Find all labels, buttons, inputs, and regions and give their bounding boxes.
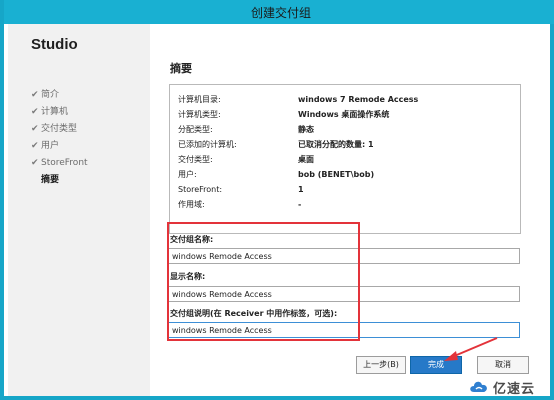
step-delivery-type[interactable]: ✔ 交付类型: [31, 121, 88, 138]
summary-value: 桌面: [298, 155, 314, 164]
summary-value: Windows 桌面操作系统: [298, 110, 390, 119]
summary-key: 计算机类型:: [178, 110, 221, 119]
step-storefront[interactable]: ✔ StoreFront: [31, 155, 88, 172]
checkmark-icon: ✔: [31, 90, 39, 100]
summary-key: 已添加的计算机:: [178, 140, 237, 149]
summary-row: 计算机目录: windows 7 Remode Access: [178, 92, 418, 107]
description-input[interactable]: [168, 322, 520, 338]
summary-box: 计算机目录: windows 7 Remode Access 计算机类型: Wi…: [169, 84, 521, 234]
step-users[interactable]: ✔ 用户: [31, 138, 88, 155]
step-label: 交付类型: [41, 124, 78, 134]
wizard-steps: ✔ 简介 ✔ 计算机 ✔ 交付类型 ✔ 用户 ✔ StoreFront 摘要: [31, 87, 88, 189]
display-name-label: 显示名称:: [170, 272, 206, 281]
back-button[interactable]: 上一步(B): [356, 356, 406, 374]
watermark: 亿速云: [468, 377, 535, 397]
summary-row: 计算机类型: Windows 桌面操作系统: [178, 107, 418, 122]
summary-key: 用户:: [178, 170, 197, 179]
summary-key: 作用域:: [178, 200, 205, 209]
summary-value: windows 7 Remode Access: [298, 95, 419, 104]
section-title: 摘要: [170, 62, 192, 75]
cloud-logo-icon: [470, 381, 487, 392]
checkmark-icon: ✔: [31, 158, 39, 168]
summary-row: 分配类型: 静态: [178, 122, 418, 137]
summary-key: 交付类型:: [178, 155, 213, 164]
step-machines[interactable]: ✔ 计算机: [31, 104, 88, 121]
summary-row: StoreFront: 1: [178, 182, 418, 197]
watermark-text: 亿速云: [493, 381, 536, 397]
summary-key: 分配类型:: [178, 125, 213, 134]
display-name-input[interactable]: [168, 286, 520, 302]
summary-row: 交付类型: 桌面: [178, 152, 418, 167]
checkmark-icon: ✔: [31, 141, 39, 151]
summary-key: StoreFront:: [178, 185, 223, 194]
step-label: 摘要: [41, 175, 60, 185]
cancel-button[interactable]: 取消: [477, 356, 529, 374]
dialog-window: 创建交付组 Studio ✔ 简介 ✔ 计算机 ✔ 交付类型 ✔ 用户 ✔ StoreFr…: [0, 0, 554, 400]
summary-value: 已取消分配的数量: 1: [298, 140, 374, 149]
summary-row: 作用域: -: [178, 197, 418, 212]
step-summary[interactable]: 摘要: [31, 172, 88, 189]
step-label: StoreFront: [41, 158, 88, 168]
group-name-input[interactable]: [168, 248, 520, 264]
step-label: 简介: [41, 90, 60, 100]
main-panel: 摘要 计算机目录: windows 7 Remode Access 计算机类型:…: [150, 24, 546, 396]
group-name-label: 交付组名称:: [170, 235, 214, 244]
summary-row: 已添加的计算机: 已取消分配的数量: 1: [178, 137, 418, 152]
title-bar[interactable]: 创建交付组: [4, 0, 554, 24]
studio-brand: Studio: [31, 36, 78, 53]
step-label: 用户: [41, 141, 60, 151]
summary-value: bob (BENET\bob): [298, 170, 375, 179]
description-label: 交付组说明(在 Receiver 中用作标签，可选):: [170, 309, 338, 318]
checkmark-icon: ✔: [31, 107, 39, 117]
summary-value: -: [298, 200, 302, 209]
step-label: 计算机: [41, 107, 69, 117]
summary-row: 用户: bob (BENET\bob): [178, 167, 418, 182]
finish-button[interactable]: 完成: [410, 356, 462, 374]
checkmark-icon: ✔: [31, 124, 39, 134]
summary-table: 计算机目录: windows 7 Remode Access 计算机类型: Wi…: [178, 92, 418, 212]
window-title: 创建交付组: [250, 6, 311, 20]
summary-key: 计算机目录:: [178, 95, 221, 104]
step-intro[interactable]: ✔ 简介: [31, 87, 88, 104]
summary-value: 1: [298, 185, 304, 194]
summary-value: 静态: [298, 125, 314, 134]
wizard-sidebar: Studio ✔ 简介 ✔ 计算机 ✔ 交付类型 ✔ 用户 ✔ StoreFront 摘要: [8, 24, 154, 396]
